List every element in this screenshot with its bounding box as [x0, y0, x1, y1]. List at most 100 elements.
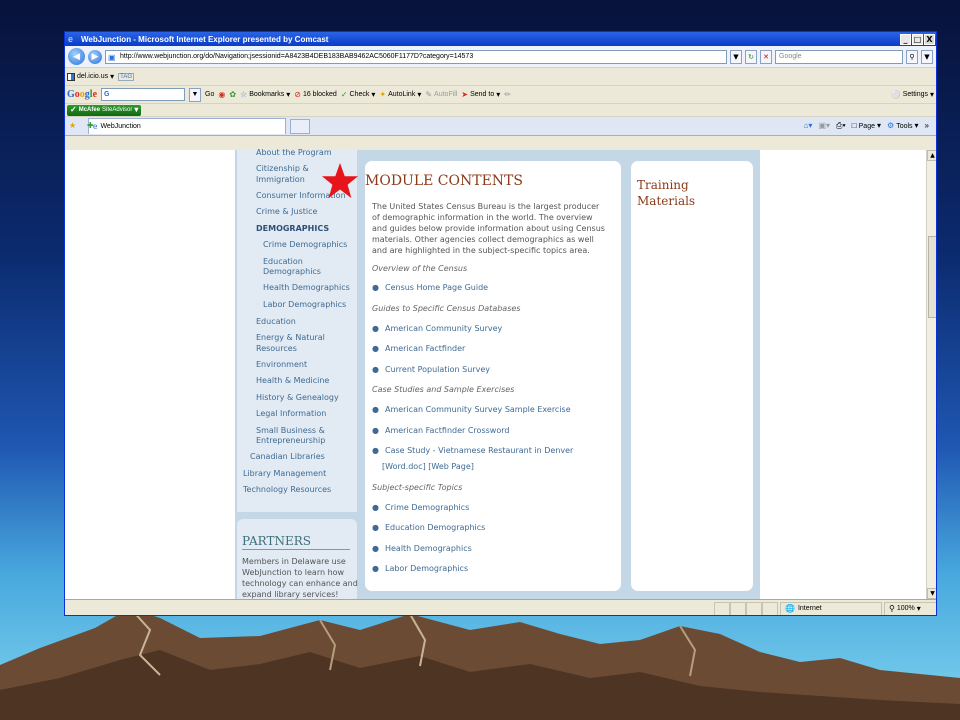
address-bar: ◀ ▶ ▣ http://www.webjunction.org/do/Navi… [65, 46, 936, 68]
feeds-icon[interactable]: ▣▾ [818, 122, 830, 130]
new-tab-button[interactable] [290, 118, 310, 134]
nav-education-demographics-2[interactable]: Demographics [263, 267, 321, 277]
more-chevron-icon[interactable]: » [925, 122, 929, 130]
link-word-doc[interactable]: [Word.doc] [382, 462, 426, 471]
tab-webjunction[interactable]: e WebJunction [88, 118, 286, 134]
link-labor-demographics[interactable]: Labor Demographics [385, 564, 468, 573]
favorites-star-icon[interactable]: ★ [69, 122, 76, 130]
scroll-thumb[interactable] [928, 236, 936, 318]
link-american-community-survey[interactable]: American Community Survey [385, 324, 502, 333]
nav-library-management[interactable]: Library Management [243, 469, 326, 479]
list-item[interactable]: ● American Factfinder Crossword [372, 426, 509, 435]
nav-health-medicine[interactable]: Health & Medicine [256, 376, 329, 386]
partners-heading: PARTNERS [242, 534, 311, 548]
close-button[interactable]: X [924, 33, 935, 45]
google-search-input[interactable]: G [101, 88, 186, 101]
nav-crime-justice[interactable]: Crime & Justice [256, 207, 317, 217]
link-census-home-page-guide[interactable]: Census Home Page Guide [385, 283, 488, 292]
search-icon[interactable]: ⚲ [906, 49, 918, 64]
chevron-down-icon: ▾ [134, 105, 139, 114]
scroll-down-arrow-icon[interactable]: ▼ [927, 588, 936, 599]
list-item[interactable]: ● Crime Demographics [372, 503, 469, 512]
page-menu-button[interactable]: □ Page ▾ [852, 122, 881, 130]
spellcheck-button[interactable]: ✓ Check ▾ [341, 90, 376, 99]
security-zone[interactable]: 🌐 Internet [780, 601, 882, 615]
stop-icon[interactable]: ✕ [760, 49, 772, 64]
nav-citizenship[interactable]: Citizenship & [256, 164, 309, 174]
list-item[interactable]: ● Education Demographics [372, 523, 485, 532]
link-american-factfinder[interactable]: American Factfinder [385, 344, 465, 353]
link-web-page[interactable]: [Web Page] [428, 462, 474, 471]
send-to-button[interactable]: ➤ Send to ▾ [461, 90, 500, 99]
nav-labor-demographics[interactable]: Labor Demographics [263, 300, 346, 310]
nav-immigration[interactable]: Immigration [256, 175, 305, 185]
title-bar: e WebJunction - Microsoft Internet Explo… [65, 32, 936, 46]
google-dropdown-button[interactable]: ▼ [189, 87, 202, 102]
nav-energy[interactable]: Energy & Natural [256, 333, 325, 343]
add-favorite-icon[interactable]: ✚ [87, 122, 94, 130]
wand-icon: ✦ [379, 89, 387, 99]
google-tools-icon[interactable]: ◉ [218, 90, 225, 99]
url-dropdown-button[interactable]: ▼ [730, 49, 742, 64]
link-acs-sample-exercise[interactable]: American Community Survey Sample Exercis… [385, 405, 571, 414]
link-education-demographics[interactable]: Education Demographics [385, 523, 485, 532]
nav-crime-demographics[interactable]: Crime Demographics [263, 240, 347, 250]
maximize-button[interactable]: □ [912, 33, 923, 45]
list-item[interactable]: ● American Community Survey Sample Exerci… [372, 405, 571, 414]
chevron-down-icon: ▾ [929, 89, 934, 99]
home-icon[interactable]: ⌂▾ [804, 122, 813, 130]
nav-education[interactable]: Education [256, 317, 296, 327]
nav-legal-information[interactable]: Legal Information [256, 409, 326, 419]
url-input[interactable]: ▣ http://www.webjunction.org/do/Navigati… [105, 49, 727, 64]
chevron-down-icon: ▾ [417, 89, 422, 99]
search-input[interactable]: Google [775, 49, 903, 64]
vertical-scrollbar[interactable]: ▲ ▼ [926, 150, 936, 599]
autolink-button[interactable]: ✦ AutoLink ▾ [379, 89, 422, 99]
highlighter-icon[interactable]: ✏ [504, 90, 511, 99]
link-current-population-survey[interactable]: Current Population Survey [385, 365, 490, 374]
training-heading[interactable]: Training Materials [637, 177, 717, 209]
zoom-control[interactable]: ⚲ 100% ▾ [884, 601, 936, 615]
list-item[interactable]: ● American Factfinder [372, 344, 465, 353]
tag-button[interactable]: TAG [118, 72, 135, 81]
link-case-study-vietnamese[interactable]: Case Study - Vietnamese Restaurant in De… [385, 446, 573, 455]
link-factfinder-crossword[interactable]: American Factfinder Crossword [385, 426, 509, 435]
nav-history-genealogy[interactable]: History & Genealogy [256, 393, 339, 403]
nav-canadian-libraries[interactable]: Canadian Libraries [250, 452, 325, 462]
status-cell [714, 601, 730, 615]
tools-menu-button[interactable]: ⚙ Tools ▾ [887, 122, 919, 130]
bookmarks-button[interactable]: ☆ Bookmarks ▾ [240, 90, 290, 99]
forward-button[interactable]: ▶ [88, 49, 102, 64]
list-item[interactable]: ● Current Population Survey [372, 365, 490, 374]
nav-environment[interactable]: Environment [256, 360, 307, 370]
search-options-button[interactable]: ▼ [921, 49, 933, 64]
nav-demographics[interactable]: DEMOGRAPHICS [256, 224, 329, 234]
popup-blocker-button[interactable]: ⊘ 16 blocked [294, 90, 337, 99]
nav-technology-resources[interactable]: Technology Resources [243, 485, 331, 495]
nav-education-demographics[interactable]: Education [263, 257, 303, 267]
refresh-icon[interactable]: ↻ [745, 49, 757, 64]
list-item[interactable]: ● Labor Demographics [372, 564, 468, 573]
print-icon[interactable]: ⎙▾ [836, 122, 846, 130]
nav-small-business[interactable]: Small Business & [256, 426, 325, 436]
minimize-button[interactable]: _ [900, 33, 911, 45]
list-item[interactable]: ● Census Home Page Guide [372, 283, 488, 292]
scroll-up-arrow-icon[interactable]: ▲ [927, 150, 936, 161]
mountain-landscape [0, 607, 960, 720]
delicious-button[interactable]: del.icio.us ▾ [67, 72, 114, 81]
nav-about-program[interactable]: About the Program [256, 148, 332, 158]
autofill-button[interactable]: ✎ AutoFill [425, 90, 457, 99]
settings-button[interactable]: ⚪ Settings ▾ [891, 89, 934, 99]
link-crime-demographics[interactable]: Crime Demographics [385, 503, 469, 512]
list-item[interactable]: ● Health Demographics [372, 544, 472, 553]
nav-health-demographics[interactable]: Health Demographics [263, 283, 350, 293]
nav-resources[interactable]: Resources [256, 344, 297, 354]
toolbar-pagerank-icon[interactable]: ✿ [229, 90, 236, 99]
list-item[interactable]: ● American Community Survey [372, 324, 502, 333]
back-button[interactable]: ◀ [68, 48, 85, 65]
link-health-demographics[interactable]: Health Demographics [385, 544, 472, 553]
nav-entrepreneurship[interactable]: Entrepreneurship [256, 436, 325, 446]
go-button[interactable]: Go [205, 91, 214, 98]
siteadvisor-button[interactable]: ✓ McAfee SiteAdvisor ▾ [67, 104, 142, 116]
list-item[interactable]: ● Case Study - Vietnamese Restaurant in D… [372, 446, 573, 455]
